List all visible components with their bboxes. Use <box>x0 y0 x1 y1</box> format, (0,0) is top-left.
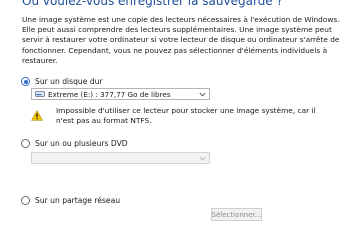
chevron-down-icon <box>197 89 207 99</box>
hard-disk-select-value: Extreme (E:) : 377,77 Go de libres <box>48 89 171 99</box>
network-share-label: Sur un partage réseau <box>35 196 121 205</box>
warning-text: Impossible d'utiliser ce lecteur pour st… <box>56 106 316 125</box>
warning-triangle-icon <box>31 106 43 121</box>
hard-disk-label: Sur un disque dur <box>35 77 103 86</box>
external-drive-icon <box>35 91 45 97</box>
page-description: Une image système est une copie des lect… <box>22 15 340 65</box>
dvd-label: Sur un ou plusieurs DVD <box>35 139 128 148</box>
warning-message: Impossible d'utiliser ce lecteur pour st… <box>31 106 346 126</box>
dvd-radio[interactable] <box>21 139 30 148</box>
option-dvd[interactable]: Sur un ou plusieurs DVD <box>21 139 128 148</box>
chevron-down-icon <box>197 153 207 163</box>
option-hard-disk[interactable]: Sur un disque dur <box>21 77 103 86</box>
hard-disk-select[interactable]: Extreme (E:) : 377,77 Go de libres <box>31 88 210 100</box>
dvd-select[interactable] <box>31 152 210 164</box>
network-share-radio[interactable] <box>21 196 30 205</box>
option-network-share[interactable]: Sur un partage réseau <box>21 196 120 205</box>
select-network-location-button[interactable]: Sélectionner... <box>211 208 262 221</box>
hard-disk-radio[interactable] <box>21 77 30 86</box>
page-heading: Où voulez-vous enregistrer la sauvegarde… <box>22 0 283 8</box>
